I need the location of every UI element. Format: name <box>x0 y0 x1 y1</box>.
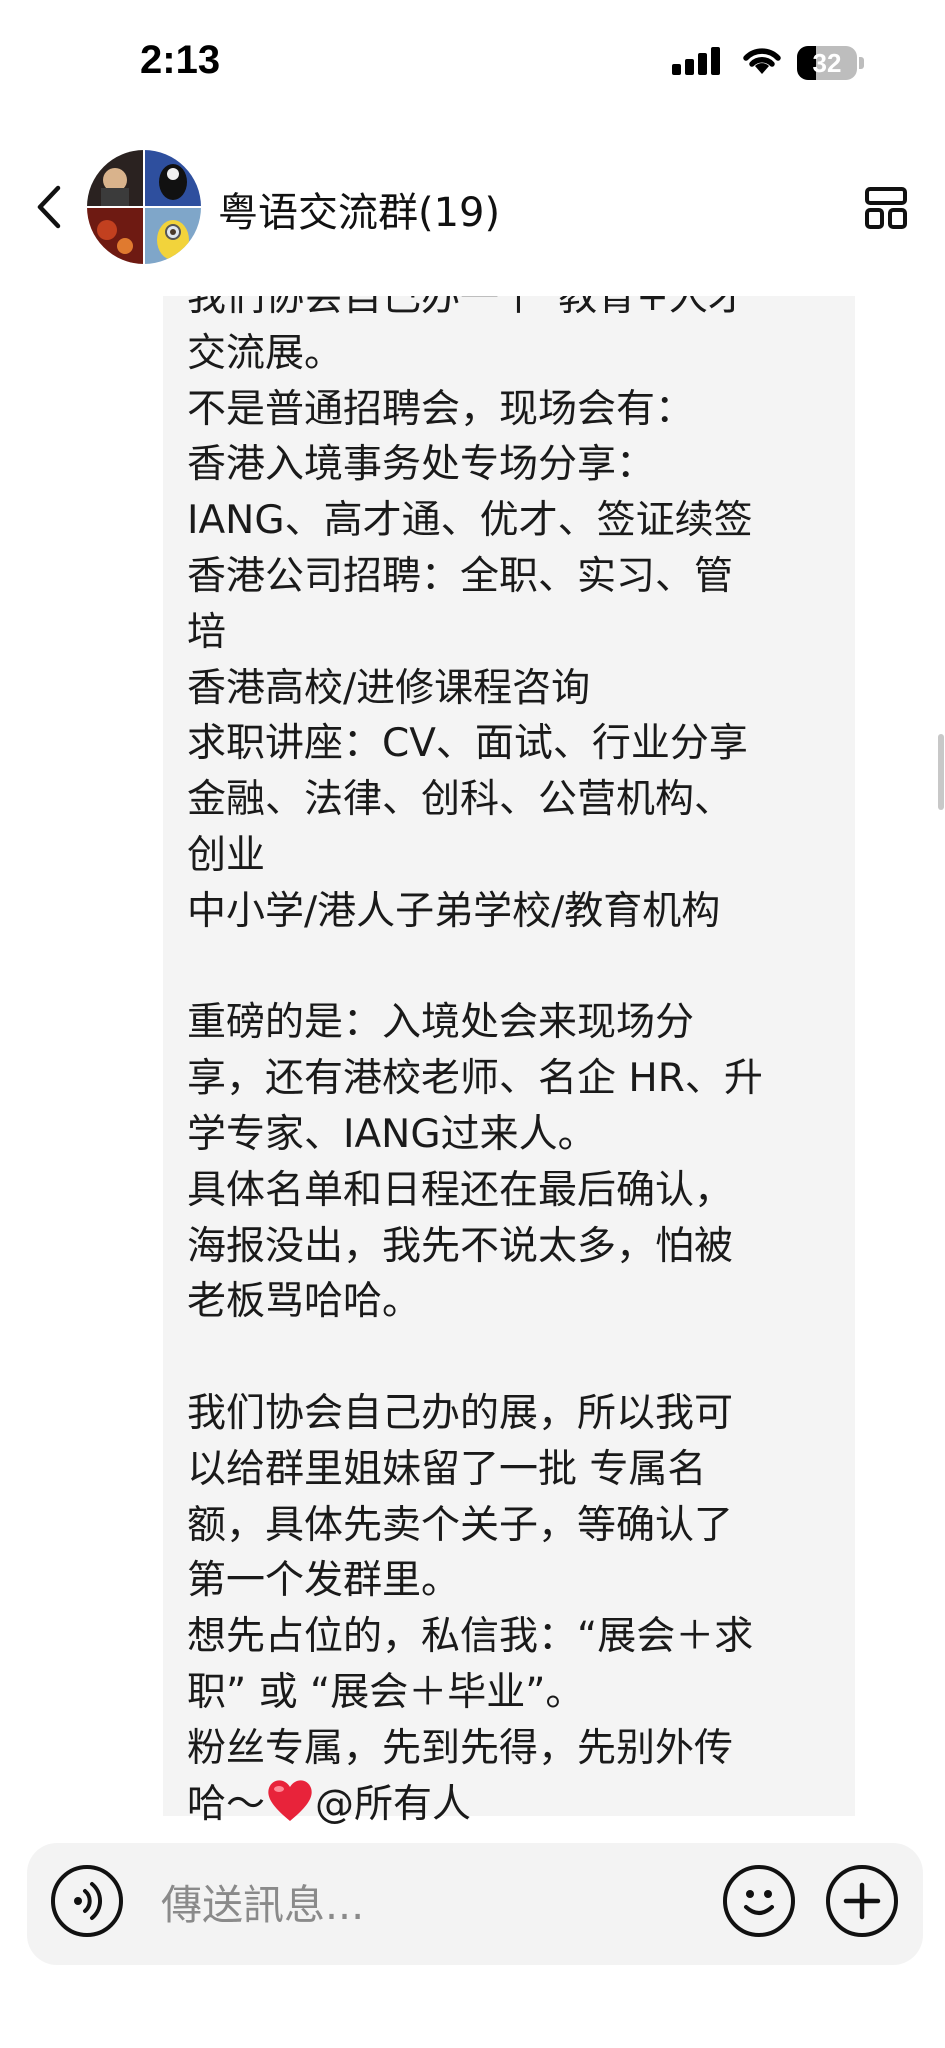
emoji-button[interactable] <box>723 1865 795 1937</box>
message-text: 我们协会自己办一个“教育+人才 交流展。 不是普通招聘会，现场会有： 香港入境事… <box>187 296 847 1826</box>
voice-icon <box>74 1882 103 1920</box>
message-list[interactable]: 我们协会自己办一个“教育+人才 交流展。 不是普通招聘会，现场会有： 香港入境事… <box>0 296 945 1826</box>
message-input-bar <box>27 1843 923 1965</box>
message-body: 我们协会自己办一个“教育+人才 交流展。 不是普通招聘会，现场会有： 香港入境事… <box>187 296 763 1826</box>
battery-level: 32 <box>812 48 842 78</box>
signal-icon <box>672 47 720 75</box>
red-heart-icon <box>268 1779 312 1821</box>
message-bubble[interactable]: 我们协会自己办一个“教育+人才 交流展。 不是普通招聘会，现场会有： 香港入境事… <box>163 296 855 1826</box>
group-title[interactable]: 粤语交流群(19) <box>218 180 500 238</box>
plus-icon <box>843 1882 881 1920</box>
message-input[interactable] <box>159 1869 723 1941</box>
wifi-icon <box>743 48 781 74</box>
add-button[interactable] <box>826 1865 898 1937</box>
status-bar: 2:13 32 <box>0 0 945 120</box>
grid-menu-icon[interactable] <box>864 186 908 230</box>
chat-header: 粤语交流群(19) <box>0 120 945 296</box>
chevron-left-icon[interactable] <box>30 182 70 232</box>
mention-all[interactable]: @所有人 <box>315 1782 471 1826</box>
status-time: 2:13 <box>140 38 221 82</box>
battery-icon: 32 <box>797 46 865 80</box>
voice-button[interactable] <box>51 1865 123 1937</box>
smiley-icon <box>744 1890 774 1915</box>
scrollbar[interactable] <box>938 734 944 810</box>
group-avatar[interactable] <box>87 150 201 264</box>
